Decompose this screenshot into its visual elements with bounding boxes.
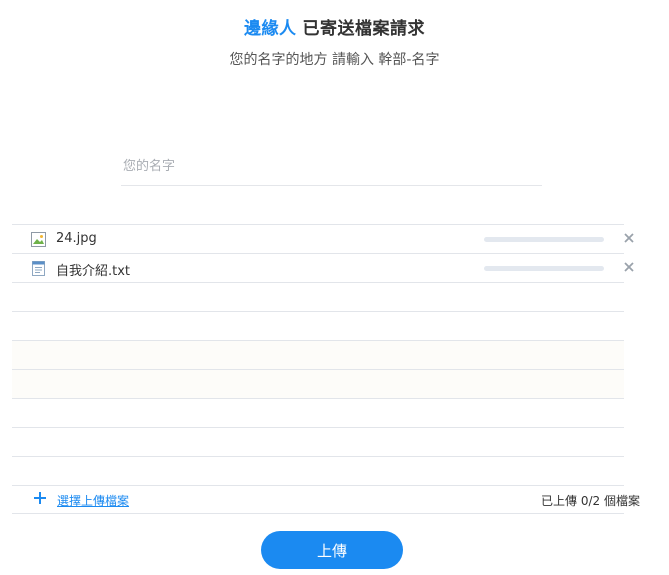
upload-progress-bar (484, 237, 604, 242)
name-input[interactable] (121, 148, 542, 186)
upload-status: 已上傳 0/2 個檔案 (541, 494, 640, 508)
empty-row (12, 341, 624, 370)
file-row: 24.jpg (12, 225, 634, 254)
empty-row (12, 428, 624, 457)
instruction-subtitle: 您的名字的地方 請輸入 幹部-名字 (229, 52, 440, 68)
request-header: 邊緣人 已寄送檔案請求 (0, 14, 669, 39)
empty-row (12, 399, 624, 428)
empty-row (12, 312, 624, 341)
file-row: 自我介紹.txt (12, 254, 634, 283)
empty-row (12, 457, 624, 486)
file-list-footer: 選擇上傳檔案 已上傳 0/2 個檔案 (12, 485, 640, 514)
file-name: 自我介紹.txt (56, 264, 131, 279)
close-icon[interactable] (622, 231, 636, 245)
empty-row (12, 283, 624, 312)
image-file-icon (31, 232, 46, 247)
sender-name: 邊緣人 (244, 19, 297, 39)
upload-progress-bar (484, 266, 604, 271)
empty-row (12, 370, 624, 399)
upload-button[interactable]: 上傳 (261, 531, 403, 569)
text-file-icon (32, 261, 45, 276)
header-title: 已寄送檔案請求 (302, 19, 425, 39)
file-name: 24.jpg (56, 231, 97, 246)
select-files-link[interactable]: 選擇上傳檔案 (57, 492, 129, 509)
close-icon[interactable] (622, 260, 636, 274)
plus-icon[interactable] (33, 491, 47, 505)
file-list: 24.jpg 自我介紹.txt (12, 224, 634, 486)
